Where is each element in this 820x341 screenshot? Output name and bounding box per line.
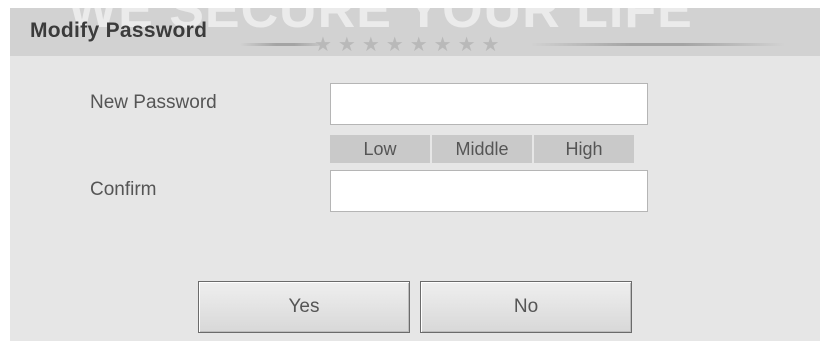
dialog-title: Modify Password (30, 19, 208, 42)
strength-high: High (534, 135, 634, 163)
confirm-password-input[interactable] (330, 170, 648, 212)
confirm-password-label: Confirm (90, 179, 157, 200)
password-strength-meter: Low Middle High (330, 135, 634, 163)
dialog-title-bar: WE SECURE YOUR LIFE Modify Password ★★★★… (10, 8, 820, 56)
modify-password-dialog: WE SECURE YOUR LIFE Modify Password ★★★★… (10, 8, 820, 341)
new-password-label: New Password (90, 92, 217, 113)
title-stars-decoration: ★★★★★★★★ (314, 32, 506, 56)
title-decoration-line-right (530, 43, 785, 46)
yes-button[interactable]: Yes (198, 281, 410, 333)
strength-middle: Middle (432, 135, 532, 163)
strength-low: Low (330, 135, 430, 163)
new-password-input[interactable] (330, 83, 648, 125)
no-button[interactable]: No (420, 281, 632, 333)
